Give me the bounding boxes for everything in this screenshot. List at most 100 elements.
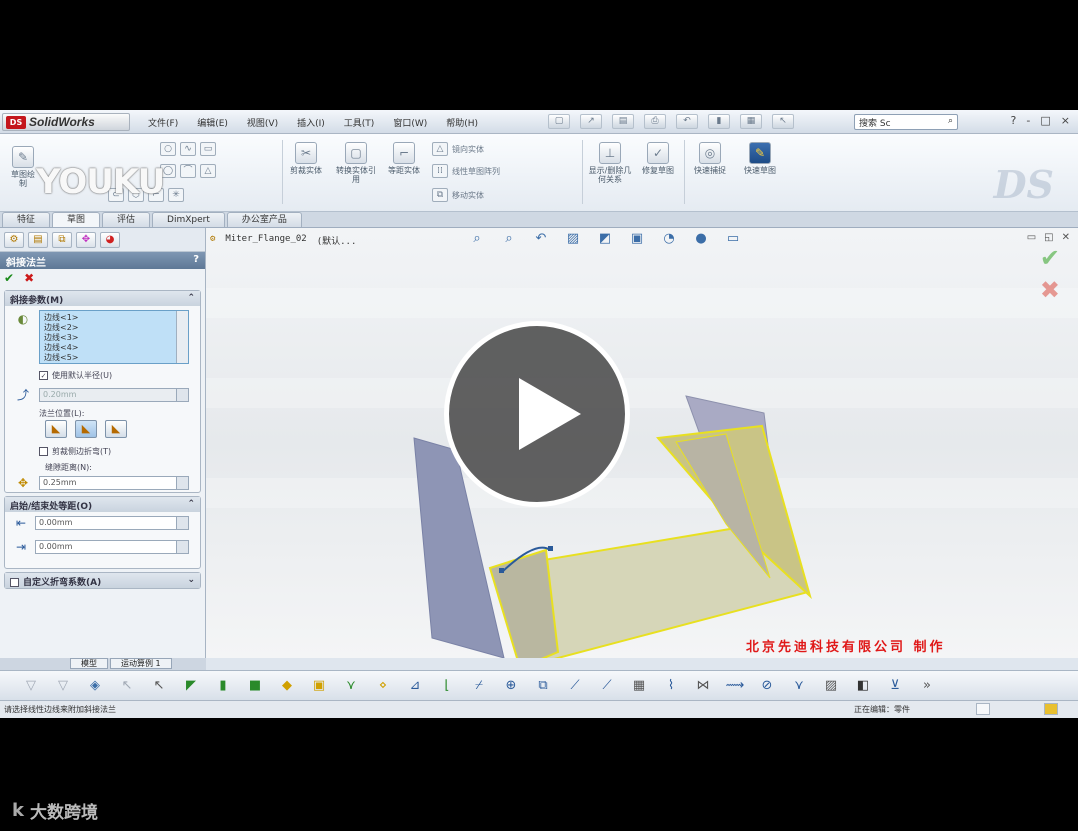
gap-distance-field[interactable]: 0.25mm [39, 476, 189, 490]
menu-edit[interactable]: 编辑(E) [197, 116, 228, 129]
list-item[interactable]: 边线<3> [44, 333, 184, 343]
sketch-point-icon[interactable] [499, 568, 504, 573]
base-flange-icon[interactable]: ◤ [180, 676, 202, 696]
solidworks-logo[interactable]: DS SolidWorks [2, 113, 130, 131]
circle-icon[interactable]: ○ [160, 142, 176, 156]
property-manager-icon[interactable]: ▤ [28, 232, 48, 248]
corner-trim-icon[interactable]: ⌿ [468, 676, 490, 696]
edge-flange-icon[interactable]: ▮ [212, 676, 234, 696]
rebuild-icon[interactable]: ▮ [708, 114, 730, 129]
select-filter-icon[interactable]: ▽ [20, 676, 42, 696]
menu-file[interactable]: 文件(F) [148, 116, 178, 129]
dimxpert-icon[interactable]: ✥ [76, 232, 96, 248]
gap-spinner[interactable] [176, 477, 188, 489]
menu-insert[interactable]: 插入(I) [297, 116, 325, 129]
restore-button[interactable]: □ [1040, 114, 1050, 127]
material-inside-icon[interactable]: ◣ [45, 420, 67, 438]
spline-icon[interactable]: ∿ [180, 142, 196, 156]
jog-icon[interactable]: ▣ [308, 676, 330, 696]
lofted-bend-icon[interactable]: ⊘ [756, 676, 778, 696]
end-spinner[interactable] [176, 541, 188, 553]
close-button[interactable]: × [1061, 114, 1070, 127]
tab-motion-study[interactable]: 运动算例 1 [110, 658, 172, 669]
tab-model[interactable]: 模型 [70, 658, 108, 669]
fold-icon[interactable]: ⟋ [564, 676, 586, 696]
custom-bend-allowance-checkbox[interactable]: 自定义折弯系数(A) [10, 575, 101, 588]
list-scrollbar[interactable] [176, 311, 188, 363]
open-icon[interactable]: ↗ [580, 114, 602, 129]
rebuild-status-icon[interactable] [1044, 703, 1058, 715]
flatten-icon[interactable]: ⟋ [596, 676, 618, 696]
offset-entities-button[interactable]: ⌐ 等距实体 [384, 142, 424, 175]
display-manager-icon[interactable]: ◕ [100, 232, 120, 248]
edges-list[interactable]: 边线<1> 边线<2> 边线<3> 边线<4> 边线<5> [39, 310, 189, 364]
custom-bend-allowance-header[interactable]: 自定义折弯系数(A) ⌄ [5, 573, 200, 588]
start-spinner[interactable] [176, 517, 188, 529]
select-icon[interactable]: ↖ [772, 114, 794, 129]
display-relations-button[interactable]: ⊥ 显示/删除几何关系 [588, 142, 632, 184]
mirror-entities-item[interactable]: △ 镜向实体 [432, 142, 484, 156]
linear-pattern-item[interactable]: ⁞⁞ 线性草图阵列 [432, 164, 500, 178]
miter-flange-icon[interactable]: ■ [244, 676, 266, 696]
tab-sketch[interactable]: 草图 [52, 212, 101, 227]
list-item[interactable]: 边线<1> [44, 313, 184, 323]
list-item[interactable]: 边线<5> [44, 353, 184, 363]
rip-icon[interactable]: ⌇ [660, 676, 682, 696]
menu-view[interactable]: 视图(V) [247, 116, 278, 129]
hem-icon[interactable]: ◆ [276, 676, 298, 696]
list-item[interactable]: 边线<4> [44, 343, 184, 353]
new-document-icon[interactable]: ▢ [548, 114, 570, 129]
menu-help[interactable]: 帮助(H) [446, 116, 478, 129]
filter-edges-icon[interactable]: ▽ [52, 676, 74, 696]
point-icon[interactable]: ✳ [168, 188, 184, 202]
vent-icon[interactable]: ⊕ [500, 676, 522, 696]
bend-outside-icon[interactable]: ◣ [105, 420, 127, 438]
simple-hole-icon[interactable]: ⊻ [884, 676, 906, 696]
pm-help-button[interactable]: ? [193, 254, 199, 267]
tab-evaluate[interactable]: 评估 [102, 212, 151, 227]
fillet-icon[interactable]: ⌒ [180, 164, 196, 178]
repair-sketch-button[interactable]: ✓ 修复草图 [638, 142, 678, 175]
options-icon[interactable]: ▦ [740, 114, 762, 129]
extruded-cut-icon[interactable]: ◧ [852, 676, 874, 696]
configuration-manager-icon[interactable]: ⧉ [52, 232, 72, 248]
welded-corner-icon[interactable]: ⊿ [404, 676, 426, 696]
start-offset-field[interactable]: 0.00mm [35, 516, 189, 530]
sketched-bend-icon[interactable]: ⋎ [340, 676, 362, 696]
menu-window[interactable]: 窗口(W) [393, 116, 427, 129]
sheet-metal-model[interactable] [206, 228, 1078, 658]
trim-side-bends-checkbox[interactable]: 剪裁侧边折弯(T) [39, 446, 111, 457]
quick-snaps-button[interactable]: ◎ 快速捕捉 [690, 142, 730, 175]
triangle-icon[interactable]: △ [200, 164, 216, 178]
menu-tools[interactable]: 工具(T) [344, 116, 375, 129]
bend-radius-field[interactable]: 0.20mm [39, 388, 189, 402]
select-tool-icon[interactable]: ↖ [148, 676, 170, 696]
insert-bends-icon[interactable]: ⋈ [692, 676, 714, 696]
radius-spinner[interactable] [176, 389, 188, 401]
tab-features[interactable]: 特征 [2, 212, 51, 227]
forming-tool-icon[interactable]: ▨ [820, 676, 842, 696]
ok-button[interactable]: ✔ [4, 271, 14, 285]
break-corner-icon[interactable]: ⌊ [436, 676, 458, 696]
convert-to-sheet-metal-icon[interactable]: ⟿ [724, 676, 746, 696]
filter-faces-icon[interactable]: ◈ [84, 676, 106, 696]
tab-office-products[interactable]: 办公室产品 [226, 212, 302, 227]
sketch-button[interactable]: ✎ 草图绘制 [8, 146, 38, 188]
cross-break-icon[interactable]: ⋎ [788, 676, 810, 696]
no-bends-icon[interactable]: ▦ [628, 676, 650, 696]
video-play-button[interactable] [444, 321, 630, 507]
tab-dimxpert[interactable]: DimXpert [152, 212, 225, 227]
trim-entities-button[interactable]: ✂ 剪裁实体 [286, 142, 326, 175]
rapid-sketch-button[interactable]: ✎ 快速草图 [740, 142, 780, 175]
minimize-button[interactable]: - [1026, 114, 1030, 127]
save-icon[interactable]: ▤ [612, 114, 634, 129]
graphics-area[interactable]: ⚙ Miter_Flange_02 (默认... ⌕ ⌕ ↶ ▨ ◩ ▣ ◔ ●… [206, 228, 1078, 658]
unfold-icon[interactable]: ⧉ [532, 676, 554, 696]
use-default-radius-checkbox[interactable]: ✓ 使用默认半径(U) [39, 370, 112, 381]
closed-corner-icon[interactable]: ⋄ [372, 676, 394, 696]
feature-tree-icon[interactable]: ⚙ [4, 232, 24, 248]
help-button[interactable]: ? [1011, 114, 1017, 127]
print-icon[interactable]: ⎙ [644, 114, 666, 129]
miter-parameters-header[interactable]: 斜接参数(M) ⌃ [5, 291, 200, 306]
more-tools-icon[interactable]: » [916, 676, 938, 696]
